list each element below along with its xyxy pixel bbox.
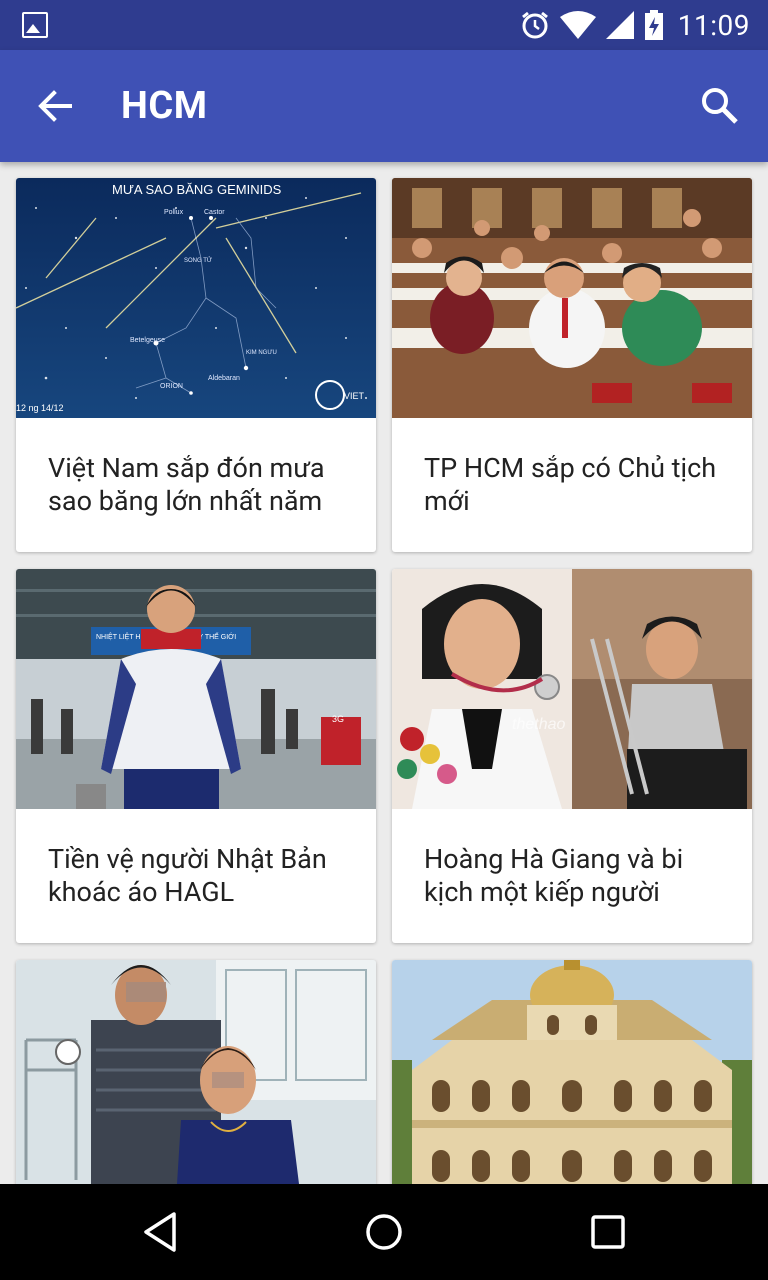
article-title: TP HCM sắp có Chủ tịch mới bbox=[424, 452, 717, 517]
image-label: KIM NGƯU bbox=[246, 350, 277, 356]
nav-back-icon[interactable] bbox=[136, 1208, 184, 1256]
status-icons: 11:09 bbox=[520, 8, 750, 42]
image-label: ORION bbox=[160, 383, 183, 390]
article-thumbnail bbox=[16, 960, 376, 1184]
navigation-bar bbox=[0, 1184, 768, 1280]
article-title: Tiền vệ người Nhật Bản khoác áo HAGL bbox=[48, 843, 327, 908]
battery-icon bbox=[644, 10, 663, 40]
status-bar: 11:09 bbox=[0, 0, 768, 50]
article-grid: MƯA SAO BĂNG GEMINIDS Pollux Castor SONG… bbox=[0, 162, 768, 1184]
image-label: thethao bbox=[512, 716, 565, 733]
app-bar: HCM bbox=[0, 50, 768, 162]
article-card[interactable]: TP HCM sắp có Chủ tịch mới bbox=[392, 178, 752, 552]
image-label: VIET bbox=[344, 391, 365, 401]
image-label: 3G bbox=[332, 714, 344, 724]
article-title: Việt Nam sắp đón mưa sao băng lớn nhất n… bbox=[48, 452, 325, 517]
nav-recent-icon[interactable] bbox=[584, 1208, 632, 1256]
page-title: HCM bbox=[121, 84, 208, 128]
image-label: Castor bbox=[204, 209, 225, 216]
clock: 11:09 bbox=[677, 8, 750, 42]
article-card[interactable] bbox=[392, 960, 752, 1184]
nav-home-icon[interactable] bbox=[360, 1208, 408, 1256]
image-label: Pollux bbox=[164, 209, 184, 216]
article-thumbnail bbox=[392, 178, 752, 418]
image-heading: MƯA SAO BĂNG GEMINIDS bbox=[112, 182, 282, 197]
article-card[interactable] bbox=[16, 960, 376, 1184]
article-thumbnail: NHIỆT LIỆT HƯỞNG ỨNG NGÀY THẾ GIỚI 3G bbox=[16, 569, 376, 809]
wifi-icon bbox=[559, 11, 596, 39]
alarm-icon bbox=[521, 11, 548, 39]
image-label: 12 ng 14/12 bbox=[16, 403, 64, 413]
article-card[interactable]: thethao Hoàng Hà Giang và bi kịch một ki… bbox=[392, 569, 752, 943]
article-title: Hoàng Hà Giang và bi kịch một kiếp người bbox=[424, 843, 684, 908]
article-thumbnail: thethao bbox=[392, 569, 752, 809]
image-label: SONG TỬ bbox=[184, 257, 212, 264]
article-card[interactable]: NHIỆT LIỆT HƯỞNG ỨNG NGÀY THẾ GIỚI 3G Ti… bbox=[16, 569, 376, 943]
article-thumbnail bbox=[392, 960, 752, 1184]
image-label: Betelgeuse bbox=[130, 337, 165, 344]
image-label: Aldebaran bbox=[208, 375, 240, 382]
gallery-icon bbox=[22, 12, 48, 38]
signal-icon bbox=[605, 11, 634, 39]
article-thumbnail: MƯA SAO BĂNG GEMINIDS Pollux Castor SONG… bbox=[16, 178, 376, 418]
arrow-left-icon[interactable] bbox=[34, 84, 78, 128]
article-card[interactable]: MƯA SAO BĂNG GEMINIDS Pollux Castor SONG… bbox=[16, 178, 376, 552]
search-icon[interactable] bbox=[698, 84, 742, 128]
